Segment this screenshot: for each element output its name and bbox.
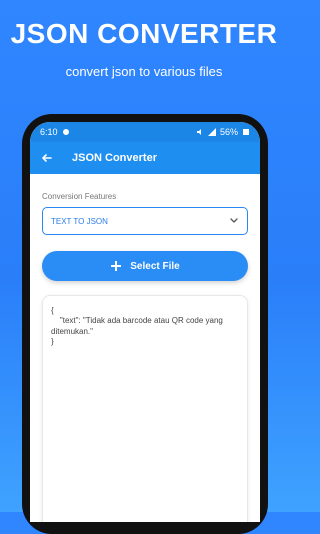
status-time: 6:10 <box>40 127 58 137</box>
conversion-features-label: Conversion Features <box>42 192 117 201</box>
select-file-label: Select File <box>130 260 180 272</box>
mute-icon <box>196 128 204 136</box>
promo-subtitle: convert json to various files <box>65 64 223 79</box>
selected-feature: TEXT TO JSON <box>51 216 108 226</box>
main-content: Conversion Features TEXT TO JSON Select … <box>30 174 260 522</box>
signal-icon <box>207 128 216 136</box>
back-arrow-icon[interactable] <box>38 149 56 167</box>
status-bar: 6:10 56% <box>30 122 260 142</box>
notification-icon <box>62 128 70 136</box>
app-screen: 6:10 56% JSON Converter Conversion Featu… <box>30 122 260 522</box>
battery-percent: 56% <box>219 127 238 137</box>
status-left: 6:10 <box>40 127 70 137</box>
status-right: 56% <box>196 127 250 137</box>
app-bar: JSON Converter <box>30 142 260 174</box>
json-output-area[interactable]: { "text": "Tidak ada barcode atau QR cod… <box>42 295 248 522</box>
promo-title: JSON CONVERTER <box>10 18 278 49</box>
battery-icon <box>242 128 250 136</box>
page-title: JSON Converter <box>72 152 157 164</box>
chevron-down-icon <box>229 215 239 227</box>
conversion-feature-select[interactable]: TEXT TO JSON <box>42 207 248 235</box>
select-file-button[interactable]: Select File <box>42 251 248 281</box>
plus-icon <box>110 260 122 272</box>
